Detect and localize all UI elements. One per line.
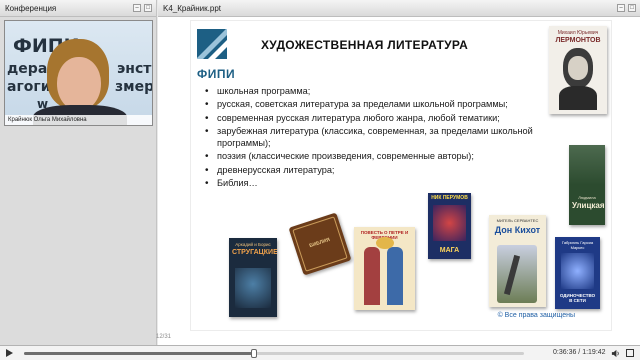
book-povest: ПОВЕСТЬ О ПЕТРЕ И ФЕВРОНИИ: [354, 227, 415, 310]
seek-bar[interactable]: [24, 349, 524, 358]
presenter-face: [57, 57, 101, 111]
book-title: Улицкая: [572, 201, 605, 210]
book-author: НИК ПЕРУМОВ: [431, 195, 468, 201]
bullet-item: школьная программа;: [203, 86, 547, 98]
time-readout: 0:36:36 / 1:19:42: [553, 349, 606, 356]
conference-window: Конференция – □ ФИПИ дерально энст агоги…: [0, 0, 157, 345]
conference-title: Конференция: [5, 4, 57, 13]
slide-title: ХУДОЖЕСТВЕННАЯ ЛИТЕРАТУРА: [261, 38, 469, 52]
play-icon[interactable]: [6, 349, 13, 357]
seek-thumb[interactable]: [251, 349, 257, 358]
presentation-title: K4_Крайник.ppt: [163, 4, 221, 13]
book-perumov: НИК ПЕРУМОВ МАГА: [428, 193, 471, 259]
fullscreen-icon[interactable]: [626, 349, 634, 357]
presentation-titlebar: K4_Крайник.ppt – □: [158, 0, 640, 17]
bullet-item: русская, советская литература за предела…: [203, 99, 547, 111]
book-author: Михаил Юрьевич: [557, 30, 599, 36]
bullet-item: современная русская литература любого жа…: [203, 113, 547, 125]
bullet-list: школьная программа; русская, советская л…: [203, 86, 547, 192]
minimize-icon[interactable]: –: [133, 4, 141, 12]
book-lermontov: Михаил Юрьевич ЛЕРМОНТОВ: [549, 26, 607, 114]
presenter-name: Крайнюк Ольга Михайловна: [5, 115, 152, 125]
book-marquez: Габриэль Гарсиа Маркес ОДИНОЧЕСТВО В СЕТ…: [555, 237, 600, 309]
banner-text: энст: [117, 61, 152, 77]
book-title: МАГА: [439, 247, 460, 254]
bullet-item: древнерусская литература;: [203, 165, 547, 177]
bullet-item: Библия…: [203, 178, 547, 190]
book-don-quixote: МИГЕЛЬ СЕРВАНТЕС Дон Кихот: [489, 215, 546, 307]
book-author: Аркадий и Борис: [235, 242, 271, 247]
app-root: Конференция – □ ФИПИ дерально энст агоги…: [0, 0, 640, 360]
conference-titlebar: Конференция – □: [0, 0, 156, 17]
restore-icon[interactable]: □: [144, 4, 152, 12]
minimize-icon[interactable]: –: [617, 4, 625, 12]
book-author: Габриэль Гарсиа Маркес: [561, 240, 594, 250]
bullet-item: зарубежная литература (классика, совреме…: [203, 126, 547, 150]
book-author: Людмила: [578, 195, 596, 200]
window-controls: – □: [617, 4, 636, 12]
book-title: ОДИНОЧЕСТВО В СЕТИ: [559, 293, 596, 303]
restore-icon[interactable]: □: [628, 4, 636, 12]
slide: ФИПИ ХУДОЖЕСТВЕННАЯ ЛИТЕРАТУРА школьная …: [190, 20, 612, 331]
banner-text: змере: [115, 79, 152, 95]
bullet-item: поэзия (классические произведения, совре…: [203, 151, 547, 163]
book-title: СТРУГАЦКИЕ: [232, 249, 277, 256]
book-author: МИГЕЛЬ СЕРВАНТЕС: [496, 218, 539, 223]
book-title: ЛЕРМОНТОВ: [555, 37, 601, 44]
fipi-logo-icon: [197, 29, 227, 59]
player-bar: 0:36:36 / 1:19:42: [0, 345, 640, 360]
presentation-window: K4_Крайник.ppt – □ ФИПИ ХУДОЖЕСТВЕННАЯ Л…: [158, 0, 640, 345]
book-strugatsky: Аркадий и Борис СТРУГАЦКИЕ: [229, 238, 277, 317]
slide-counter: 12/31: [156, 334, 172, 340]
fipi-logo-text: ФИПИ: [197, 67, 236, 81]
seek-progress: [24, 352, 254, 355]
copyright-note: © Все права защищены: [497, 312, 575, 319]
webcam-video: ФИПИ дерально энст агогич змере w Крайню…: [4, 20, 153, 126]
book-title: Дон Кихот: [494, 225, 541, 235]
book-ulitskaya: Людмила Улицкая: [569, 145, 605, 225]
window-controls: – □: [133, 4, 152, 12]
volume-icon[interactable]: [611, 349, 620, 358]
book-bible: БИБЛИЯ: [288, 212, 352, 276]
